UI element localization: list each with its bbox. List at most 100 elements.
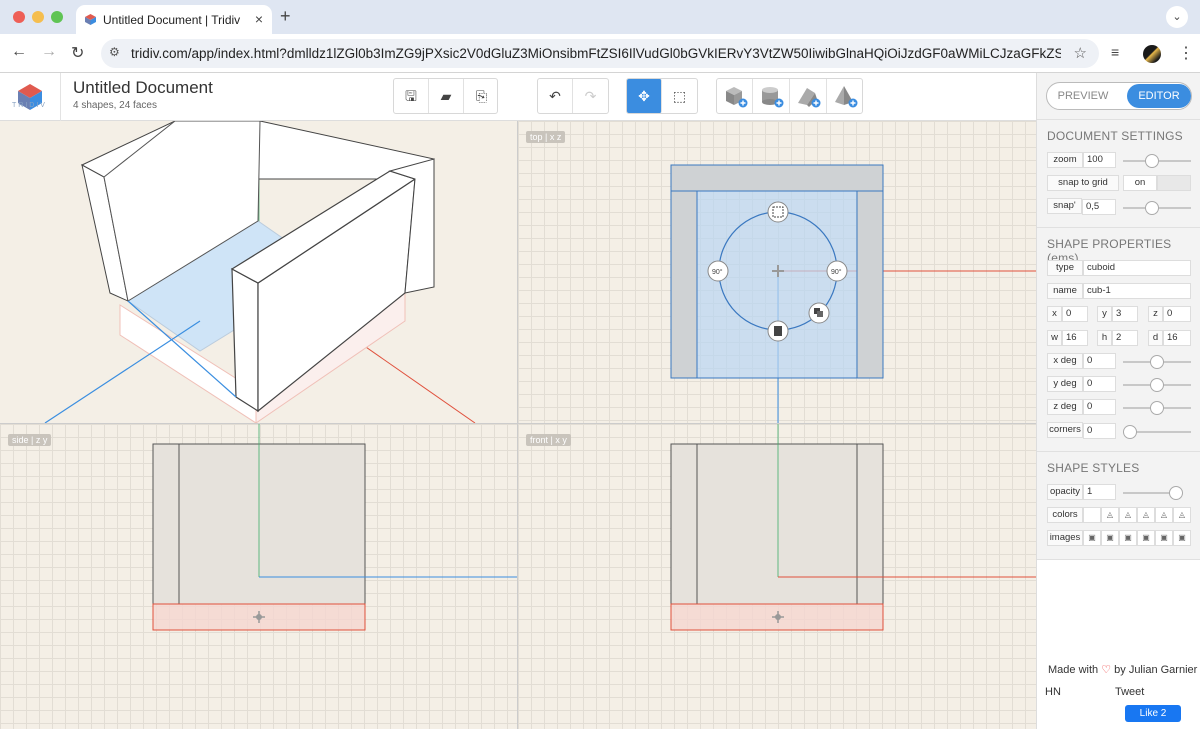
w-input[interactable]: 16 <box>1062 330 1088 346</box>
reload-icon[interactable]: ↻ <box>71 43 84 63</box>
color-swatch-face-5[interactable]: ◬ <box>1173 507 1191 523</box>
add-cube-icon <box>725 87 747 108</box>
profile-avatar[interactable] <box>1143 45 1161 63</box>
tab-close-icon[interactable]: × <box>255 11 263 27</box>
browser-menu-icon[interactable]: ⋮ <box>1178 43 1194 63</box>
image-slot-2-icon[interactable]: ▣ <box>1101 530 1119 546</box>
image-slot-5-icon[interactable]: ▣ <box>1155 530 1173 546</box>
y-deg-slider-handle[interactable] <box>1150 378 1164 392</box>
corners-slider[interactable] <box>1123 425 1191 439</box>
z-deg-slider-handle[interactable] <box>1150 401 1164 415</box>
browser-tab-bar: Untitled Document | Tridiv × + ⌄ <box>0 0 1200 34</box>
z-deg-slider[interactable] <box>1123 401 1191 415</box>
image-slot-4-icon[interactable]: ▣ <box>1137 530 1155 546</box>
open-button[interactable]: ▰ <box>429 79 464 113</box>
address-bar[interactable]: ⚙ tridiv.com/app/index.html?dmlldz1lZGl0… <box>101 39 1099 68</box>
shape-styles-title: SHAPE STYLES <box>1047 461 1140 475</box>
credit-author[interactable]: by Julian Garnier <box>1114 664 1197 676</box>
export-button[interactable]: ⎘ <box>464 79 499 113</box>
resize-tool-button[interactable]: ⬚ <box>662 79 697 113</box>
folder-icon: ▰ <box>440 88 452 104</box>
zoom-slider[interactable] <box>1123 154 1191 168</box>
snap-input[interactable]: 0,5 <box>1082 199 1116 215</box>
add-pyramid-icon <box>835 86 858 108</box>
undo-icon: ↶ <box>549 88 561 104</box>
zoom-input[interactable]: 100 <box>1083 152 1116 168</box>
snap-to-grid-toggle-on[interactable]: on <box>1123 175 1157 191</box>
x-deg-slider[interactable] <box>1123 355 1191 369</box>
maximize-window-icon[interactable] <box>51 11 63 23</box>
new-tab-button[interactable]: + <box>280 6 291 27</box>
hn-link[interactable]: HN <box>1045 686 1061 698</box>
editor-mode-button[interactable]: EDITOR <box>1127 84 1191 108</box>
move-tool-button[interactable]: ✥ <box>627 79 662 113</box>
top-viewport[interactable]: top | x z 90° 90° <box>518 121 1036 423</box>
y-input[interactable]: 3 <box>1112 306 1138 322</box>
tab-search-button[interactable]: ⌄ <box>1166 6 1188 28</box>
redo-button[interactable]: ↷ <box>573 79 608 113</box>
d-input[interactable]: 16 <box>1163 330 1191 346</box>
reading-list-icon[interactable]: ≡ <box>1111 44 1119 60</box>
corners-slider-handle[interactable] <box>1123 425 1137 439</box>
preview-mode-button[interactable]: PREVIEW <box>1047 83 1119 109</box>
y-deg-slider[interactable] <box>1123 378 1191 392</box>
zoom-slider-handle[interactable] <box>1144 154 1159 168</box>
add-cylinder-button[interactable] <box>753 79 790 113</box>
site-settings-icon[interactable]: ⚙ <box>109 45 120 59</box>
facebook-like-button[interactable]: Like 2 <box>1125 705 1181 722</box>
y-deg-input[interactable]: 0 <box>1083 376 1116 392</box>
name-input[interactable]: cub-1 <box>1083 283 1191 299</box>
perspective-scene <box>44 121 476 423</box>
undo-button[interactable]: ↶ <box>538 79 573 113</box>
name-label: name <box>1047 283 1083 299</box>
h-label: h <box>1097 330 1112 346</box>
add-pyramid-button[interactable] <box>827 79 863 113</box>
opacity-slider-handle[interactable] <box>1169 486 1183 500</box>
color-swatch-face-3[interactable]: ◬ <box>1137 507 1155 523</box>
save-button[interactable]: 🖫 <box>394 79 429 113</box>
opacity-slider[interactable] <box>1123 486 1183 500</box>
bookmark-star-icon[interactable]: ☆ <box>1074 44 1087 62</box>
color-swatch-all[interactable] <box>1083 507 1101 523</box>
back-arrow-icon[interactable]: ← <box>11 43 27 61</box>
x-deg-slider-handle[interactable] <box>1150 355 1164 369</box>
tab-title: Untitled Document | Tridiv <box>103 13 241 27</box>
tweet-link[interactable]: Tweet <box>1115 686 1144 698</box>
color-swatch-face-2[interactable]: ◬ <box>1119 507 1137 523</box>
browser-tab[interactable]: Untitled Document | Tridiv × <box>76 5 272 34</box>
color-swatch-face-1[interactable]: ◬ <box>1101 507 1119 523</box>
x-input[interactable]: 0 <box>1062 306 1088 322</box>
svg-text:90°: 90° <box>712 268 723 276</box>
h-input[interactable]: 2 <box>1112 330 1138 346</box>
images-label: images <box>1047 530 1083 546</box>
z-label: z <box>1148 306 1163 322</box>
z-deg-input[interactable]: 0 <box>1083 399 1116 415</box>
snap-slider[interactable] <box>1123 201 1191 215</box>
sidebar: PREVIEW EDITOR DOCUMENT SETTINGS zoom 10… <box>1036 73 1200 729</box>
close-window-icon[interactable] <box>13 11 25 23</box>
perspective-viewport[interactable] <box>0 121 517 423</box>
snap-to-grid-toggle-off[interactable] <box>1157 175 1191 191</box>
resize-box-icon: ⬚ <box>672 88 687 104</box>
image-slot-1-icon[interactable]: ▣ <box>1083 530 1101 546</box>
image-slot-3-icon[interactable]: ▣ <box>1119 530 1137 546</box>
front-viewport[interactable]: front | x y <box>518 424 1036 729</box>
side-viewport[interactable]: side | z y <box>0 424 517 729</box>
corners-input[interactable]: 0 <box>1083 423 1116 439</box>
document-title[interactable]: Untitled Document <box>73 78 213 98</box>
minimize-window-icon[interactable] <box>32 11 44 23</box>
divider <box>1037 451 1200 452</box>
add-prism-button[interactable] <box>790 79 827 113</box>
add-cuboid-button[interactable] <box>717 79 753 113</box>
snap-slider-handle[interactable] <box>1144 201 1159 215</box>
z-input[interactable]: 0 <box>1163 306 1191 322</box>
credit-prefix: Made with <box>1048 664 1099 676</box>
history-toolbar: ↶ ↷ <box>537 78 609 114</box>
image-slot-6-icon[interactable]: ▣ <box>1173 530 1191 546</box>
opacity-input[interactable]: 1 <box>1083 484 1116 500</box>
color-swatch-face-4[interactable]: ◬ <box>1155 507 1173 523</box>
type-select[interactable]: cuboid <box>1083 260 1191 276</box>
x-deg-input[interactable]: 0 <box>1083 353 1116 369</box>
side-view-scene <box>152 424 517 631</box>
forward-arrow-icon[interactable]: → <box>41 43 57 61</box>
